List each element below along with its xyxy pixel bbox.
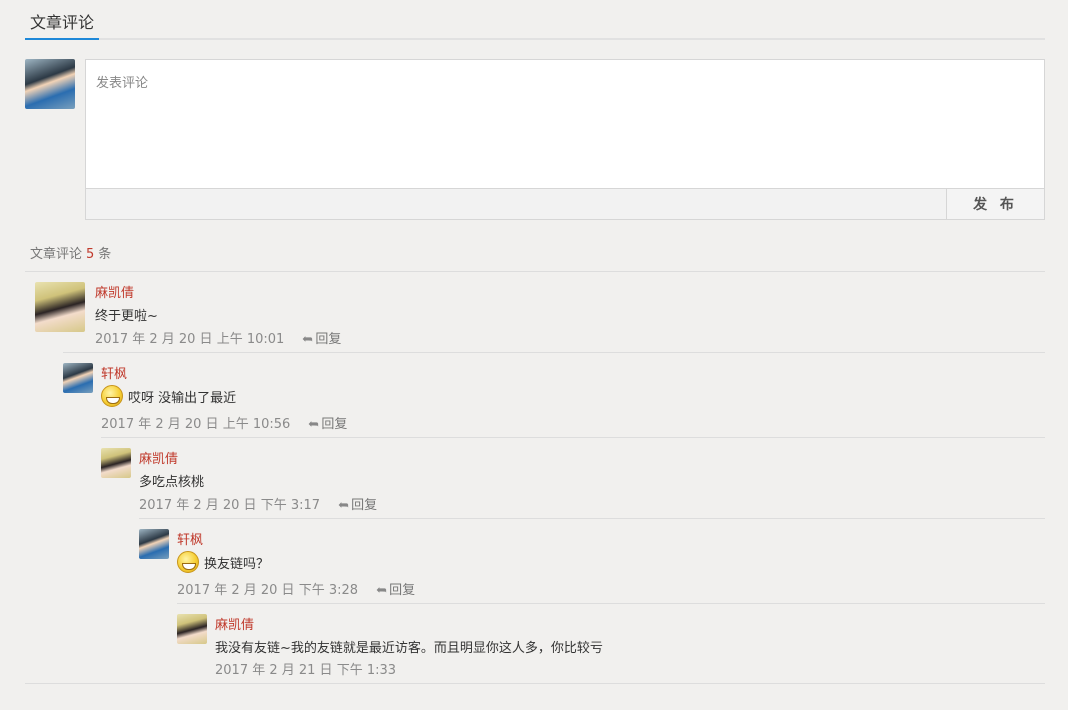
comment-author[interactable]: 麻凯倩 [215,614,254,633]
comment-count-suffix: 条 [98,247,112,262]
comment-text: 多吃点核桃 [139,475,205,490]
comment-text: 终于更啦~ [95,309,158,324]
comment-time: 2017 年 2 月 20 日 上午 10:56 [101,417,291,432]
reply-label: 回复 [315,332,342,347]
bottom-divider [25,683,1045,684]
reply-label: 回复 [389,583,416,598]
editor-toolbar: 发 布 [86,189,1044,219]
comment-text: 换友链吗？ [177,551,269,573]
reply-label: 回复 [351,498,378,513]
comment-item: 麻凯倩 终于更啦~ 2017 年 2 月 20 日 上午 10:01 ➦ 回复 [35,282,1045,352]
divider [139,518,1045,519]
comment-author[interactable]: 轩枫 [177,529,203,548]
comment-author[interactable]: 麻凯倩 [139,448,178,467]
reply-arrow-icon: ➦ [308,417,320,432]
divider [177,603,1045,604]
comment-meta: 2017 年 2 月 20 日 上午 10:01 ➦ 回复 [95,328,341,347]
comment-text-content: 换友链吗？ [204,557,270,572]
avatar[interactable] [139,529,169,559]
grin-emoji-icon [177,551,199,573]
divider [101,437,1045,438]
avatar[interactable] [177,614,207,644]
comment-author[interactable]: 轩枫 [101,363,127,382]
comments-section: 文章评论 发 布 文章评论5条 麻凯倩 终于更啦~ 2017 年 2 月 20 … [0,0,1068,710]
divider [63,352,1045,353]
comment-meta: 2017 年 2 月 20 日 上午 10:56 ➦ 回复 [101,413,347,432]
section-header: 文章评论 [25,10,1045,40]
comment-text-content: 哎呀 没输出了最近 [128,391,237,406]
comment-item: 麻凯倩 多吃点核桃 2017 年 2 月 20 日 下午 3:17 ➦ 回复 [101,448,1045,516]
reply-button[interactable]: ➦ 回复 [376,583,415,598]
comment-meta: 2017 年 2 月 21 日 下午 1:33 [215,659,396,678]
comment-count-prefix: 文章评论 [30,247,83,262]
comment-author[interactable]: 麻凯倩 [95,282,134,301]
comment-meta: 2017 年 2 月 20 日 下午 3:17 ➦ 回复 [139,494,377,513]
comment-count-value: 5 [86,247,95,262]
section-title: 文章评论 [25,10,100,40]
comment-time: 2017 年 2 月 20 日 上午 10:01 [95,332,285,347]
comment-item: 轩枫 哎呀 没输出了最近 2017 年 2 月 20 日 上午 10:56 ➦ 回… [63,363,1045,435]
reply-label: 回复 [321,417,348,432]
comment-input[interactable] [86,60,1044,189]
comment-text: 哎呀 没输出了最近 [101,385,236,407]
reply-arrow-icon: ➦ [338,498,350,513]
comment-time: 2017 年 2 月 20 日 下午 3:17 [139,498,321,513]
avatar[interactable] [35,282,85,332]
comment-time: 2017 年 2 月 20 日 下午 3:28 [177,583,359,598]
comment-count-bar: 文章评论 5 条 [25,240,1045,272]
comment-editor: 发 布 [85,59,1045,220]
comment-time: 2017 年 2 月 21 日 下午 1:33 [215,663,397,678]
reply-button[interactable]: ➦ 回复 [338,498,377,513]
comment-item: 麻凯倩 我没有友链~我的友链就是最近访客。而且明显你这人多，你比较亏 2017 … [177,614,1045,678]
avatar[interactable] [101,448,131,478]
comment-count: 文章评论 5 条 [30,243,111,262]
reply-arrow-icon: ➦ [302,332,314,347]
publish-button[interactable]: 发 布 [946,189,1044,219]
grin-emoji-icon [101,385,123,407]
current-user-avatar [25,59,75,109]
avatar[interactable] [63,363,93,393]
comment-text: 我没有友链~我的友链就是最近访客。而且明显你这人多，你比较亏 [215,641,603,656]
reply-arrow-icon: ➦ [376,583,388,598]
reply-button[interactable]: ➦ 回复 [302,332,341,347]
comment-meta: 2017 年 2 月 20 日 下午 3:28 ➦ 回复 [177,579,415,598]
comment-item: 轩枫 换友链吗？ 2017 年 2 月 20 日 下午 3:28 ➦ 回复 [139,529,1045,601]
reply-button[interactable]: ➦ 回复 [308,417,347,432]
